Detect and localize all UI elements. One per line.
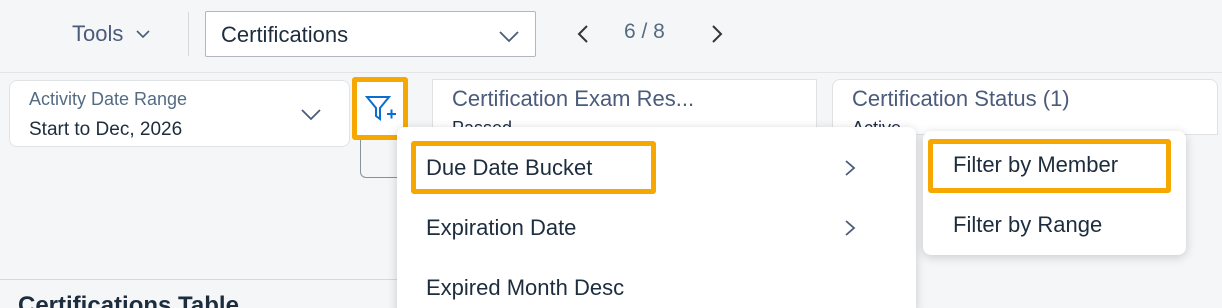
section-title: Certifications Table xyxy=(18,292,239,308)
filter-label: Activity Date Range xyxy=(29,89,188,109)
chevron-left-icon[interactable] xyxy=(574,22,594,46)
chevron-right-icon[interactable] xyxy=(706,22,726,46)
menu-item-expiration-date[interactable]: Expiration Date xyxy=(397,197,916,257)
pager-indicator: 6 / 8 xyxy=(624,20,665,43)
submenu-item-filter-by-range[interactable]: Filter by Range xyxy=(923,195,1186,251)
menu-item-expired-month-desc[interactable]: Expired Month Desc xyxy=(397,257,916,308)
filter-label: Certification Exam Res... xyxy=(452,86,695,111)
filter-value: Start to Dec, 2026 xyxy=(29,119,183,140)
section-divider xyxy=(0,279,400,280)
tools-label: Tools xyxy=(72,21,124,46)
page-select[interactable]: Certifications xyxy=(205,11,536,57)
chevron-down-icon xyxy=(301,109,321,121)
top-toolbar: Tools Certifications 6 / 8 xyxy=(0,0,1222,70)
menu-item-label: Expired Month Desc xyxy=(426,275,625,300)
page-select-value: Certifications xyxy=(221,22,349,47)
chevron-down-icon xyxy=(499,31,519,43)
chevron-down-icon xyxy=(136,30,150,39)
chevron-right-icon xyxy=(845,160,856,176)
filter-add-icon xyxy=(364,95,396,121)
submenu-item-label: Filter by Range xyxy=(953,212,1103,237)
tools-menu-button[interactable]: Tools xyxy=(72,20,151,48)
menu-item-label: Expiration Date xyxy=(426,215,577,240)
filter-activity-date-range[interactable]: Activity Date Range Start to Dec, 2026 xyxy=(9,80,350,147)
highlight-filter-by-member xyxy=(928,139,1171,193)
chevron-right-icon xyxy=(845,220,856,236)
toolbar-divider xyxy=(188,12,189,56)
toolbar-bottom-border xyxy=(0,72,1222,73)
highlight-due-date-bucket xyxy=(411,141,656,194)
filter-label: Certification Status (1) xyxy=(852,86,1070,111)
